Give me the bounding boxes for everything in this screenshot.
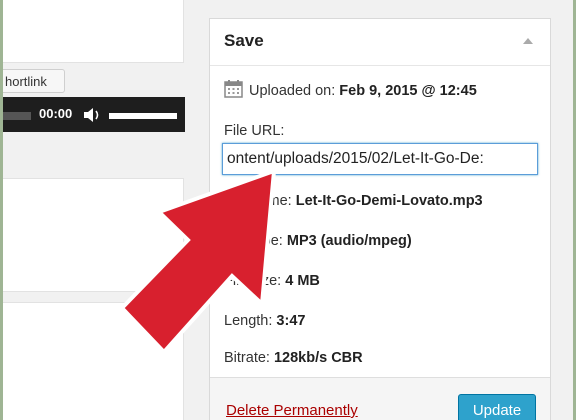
bitrate-value: 128kb/s CBR [273, 350, 363, 366]
length-value: 3:47 [276, 313, 306, 329]
file-type-label: File type: [224, 233, 283, 249]
title-box[interactable] [3, 0, 184, 63]
file-size-value: 4 MB [285, 273, 320, 289]
calendar-icon [224, 80, 243, 98]
volume-slider[interactable] [109, 113, 177, 119]
panel-header: Save [210, 19, 550, 66]
file-url-field[interactable]: :ontent/uploads/2015/02/Let-It-Go-De [222, 143, 538, 175]
file-type-value: MP3 (audio/mpeg) [286, 233, 412, 249]
update-button[interactable]: Update [458, 394, 536, 420]
save-panel: Save Uploaded on: Feb 9, 2015 @ 12:45 Fi… [209, 18, 551, 420]
file-name-row: File name: Let-It-Go-Demi-Lovato.mp3 [224, 193, 483, 209]
bitrate-label: Bitrate: [224, 350, 270, 366]
volume-icon[interactable] [83, 107, 103, 123]
progress-track[interactable] [3, 112, 31, 120]
collapse-arrow-icon[interactable] [523, 38, 533, 44]
player-time: 00:00 [39, 106, 73, 121]
file-url-label: File URL: [224, 123, 285, 139]
panel-footer: Delete Permanently Update [210, 377, 550, 420]
file-name-value: Let-It-Go-Demi-Lovato.mp3 [295, 193, 483, 209]
delete-permanently-link[interactable]: Delete Permanently [226, 402, 358, 419]
content-box [3, 178, 184, 292]
length-row: Length: 3:47 [224, 313, 305, 329]
media-edit-screen: hortlink 00:00 Save Uploaded on: Feb 9, … [3, 0, 573, 420]
panel-title: Save [224, 31, 264, 50]
length-label: Length: [224, 313, 273, 329]
file-size-label: File size: [224, 273, 282, 289]
file-url-value: :ontent/uploads/2015/02/Let-It-Go-De [227, 150, 484, 167]
file-size-row: File size: 4 MB [224, 273, 320, 289]
file-name-label: File name: [224, 193, 292, 209]
uploaded-on-row: Uploaded on: Feb 9, 2015 @ 12:45 [224, 79, 477, 99]
metabox [3, 302, 184, 420]
bitrate-row: Bitrate: 128kb/s CBR [224, 350, 363, 366]
uploaded-value: Feb 9, 2015 @ 12:45 [339, 83, 477, 99]
get-shortlink-button[interactable]: hortlink [3, 69, 65, 93]
uploaded-label: Uploaded on: [249, 83, 336, 99]
audio-player[interactable]: 00:00 [3, 97, 185, 132]
file-type-row: File type: MP3 (audio/mpeg) [224, 233, 412, 249]
